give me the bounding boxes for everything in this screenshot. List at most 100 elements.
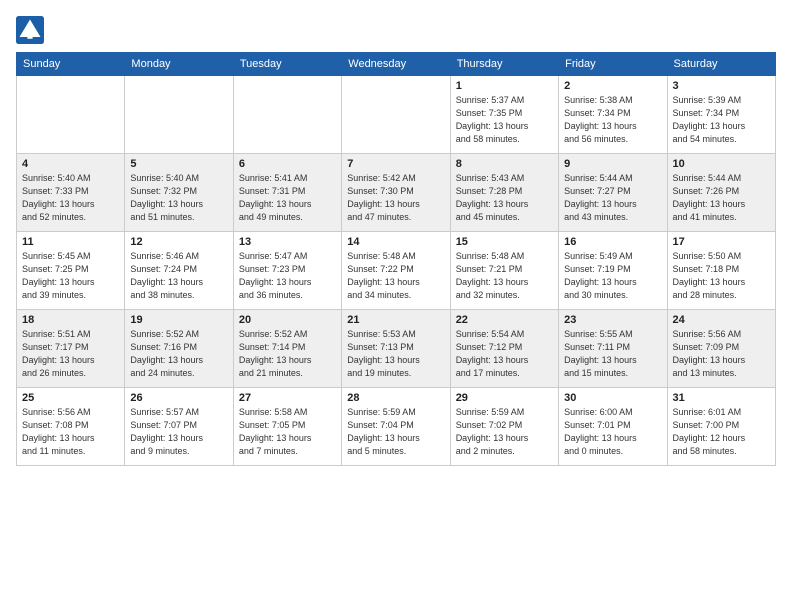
calendar-cell: 27 Sunrise: 5:58 AMSunset: 7:05 PMDayligh… [233, 388, 341, 466]
day-number: 6 [239, 158, 336, 170]
day-info: Sunrise: 5:50 AMSunset: 7:18 PMDaylight:… [673, 250, 770, 302]
day-info: Sunrise: 5:46 AMSunset: 7:24 PMDaylight:… [130, 250, 227, 302]
calendar-week-row: 4 Sunrise: 5:40 AMSunset: 7:33 PMDaylight… [17, 154, 776, 232]
day-number: 12 [130, 236, 227, 248]
calendar-cell: 7Sunrise: 5:42 AMSunset: 7:30 PMDaylight… [342, 154, 450, 232]
calendar-cell: 14 Sunrise: 5:48 AMSunset: 7:22 PMDayligh… [342, 232, 450, 310]
day-info: Sunrise: 5:59 AMSunset: 7:04 PMDaylight:… [347, 406, 444, 458]
calendar-cell: 26 Sunrise: 5:57 AMSunset: 7:07 PMDayligh… [125, 388, 233, 466]
day-number: 28 [347, 392, 444, 404]
calendar-cell [125, 76, 233, 154]
day-number: 29 [456, 392, 553, 404]
day-info: Sunrise: 5:37 AMSunset: 7:35 PMDaylight:… [456, 94, 553, 146]
weekday-sunday: Sunday [17, 53, 125, 76]
calendar-cell: 9 Sunrise: 5:44 AMSunset: 7:27 PMDaylight… [559, 154, 667, 232]
logo [16, 16, 48, 44]
day-info: Sunrise: 6:01 AMSunset: 7:00 PMDaylight:… [673, 406, 770, 458]
day-info: Sunrise: 5:56 AMSunset: 7:08 PMDaylight:… [22, 406, 119, 458]
day-info: Sunrise: 5:47 AMSunset: 7:23 PMDaylight:… [239, 250, 336, 302]
day-info: Sunrise: 5:54 AMSunset: 7:12 PMDaylight:… [456, 328, 553, 380]
day-number: 15 [456, 236, 553, 248]
calendar-cell: 6 Sunrise: 5:41 AMSunset: 7:31 PMDaylight… [233, 154, 341, 232]
calendar-cell: 24 Sunrise: 5:56 AMSunset: 7:09 PMDayligh… [667, 310, 775, 388]
day-number: 1 [456, 80, 553, 92]
day-number: 16 [564, 236, 661, 248]
day-info: Sunrise: 5:48 AMSunset: 7:22 PMDaylight:… [347, 250, 444, 302]
day-number: 23 [564, 314, 661, 326]
day-number: 10 [673, 158, 770, 170]
day-info: Sunrise: 5:45 AMSunset: 7:25 PMDaylight:… [22, 250, 119, 302]
day-info: Sunrise: 5:42 AMSunset: 7:30 PMDaylight:… [347, 172, 444, 224]
calendar-week-row: 1 Sunrise: 5:37 AMSunset: 7:35 PMDaylight… [17, 76, 776, 154]
day-number: 19 [130, 314, 227, 326]
day-info: Sunrise: 5:43 AMSunset: 7:28 PMDaylight:… [456, 172, 553, 224]
calendar-cell: 13 Sunrise: 5:47 AMSunset: 7:23 PMDayligh… [233, 232, 341, 310]
day-number: 11 [22, 236, 119, 248]
calendar-cell: 12 Sunrise: 5:46 AMSunset: 7:24 PMDayligh… [125, 232, 233, 310]
calendar-cell: 10 Sunrise: 5:44 AMSunset: 7:26 PMDayligh… [667, 154, 775, 232]
day-number: 4 [22, 158, 119, 170]
calendar-cell: 11 Sunrise: 5:45 AMSunset: 7:25 PMDayligh… [17, 232, 125, 310]
weekday-tuesday: Tuesday [233, 53, 341, 76]
calendar-week-row: 25 Sunrise: 5:56 AMSunset: 7:08 PMDayligh… [17, 388, 776, 466]
day-number: 26 [130, 392, 227, 404]
calendar-cell: 2 Sunrise: 5:38 AMSunset: 7:34 PMDaylight… [559, 76, 667, 154]
day-info: Sunrise: 5:52 AMSunset: 7:16 PMDaylight:… [130, 328, 227, 380]
calendar-cell: 18Sunrise: 5:51 AMSunset: 7:17 PMDayligh… [17, 310, 125, 388]
logo-icon [16, 16, 44, 44]
day-info: Sunrise: 5:57 AMSunset: 7:07 PMDaylight:… [130, 406, 227, 458]
day-info: Sunrise: 5:49 AMSunset: 7:19 PMDaylight:… [564, 250, 661, 302]
day-number: 9 [564, 158, 661, 170]
day-info: Sunrise: 5:56 AMSunset: 7:09 PMDaylight:… [673, 328, 770, 380]
calendar-cell: 22Sunrise: 5:54 AMSunset: 7:12 PMDayligh… [450, 310, 558, 388]
calendar-cell: 4 Sunrise: 5:40 AMSunset: 7:33 PMDaylight… [17, 154, 125, 232]
day-number: 31 [673, 392, 770, 404]
weekday-friday: Friday [559, 53, 667, 76]
calendar-cell [17, 76, 125, 154]
calendar-cell: 5 Sunrise: 5:40 AMSunset: 7:32 PMDaylight… [125, 154, 233, 232]
calendar-cell: 19 Sunrise: 5:52 AMSunset: 7:16 PMDayligh… [125, 310, 233, 388]
calendar-cell: 31 Sunrise: 6:01 AMSunset: 7:00 PMDayligh… [667, 388, 775, 466]
calendar-cell: 17Sunrise: 5:50 AMSunset: 7:18 PMDayligh… [667, 232, 775, 310]
day-number: 13 [239, 236, 336, 248]
calendar-cell: 29Sunrise: 5:59 AMSunset: 7:02 PMDayligh… [450, 388, 558, 466]
day-number: 18 [22, 314, 119, 326]
day-number: 14 [347, 236, 444, 248]
day-number: 30 [564, 392, 661, 404]
day-number: 27 [239, 392, 336, 404]
calendar-cell: 8Sunrise: 5:43 AMSunset: 7:28 PMDaylight… [450, 154, 558, 232]
day-info: Sunrise: 5:41 AMSunset: 7:31 PMDaylight:… [239, 172, 336, 224]
day-info: Sunrise: 5:39 AMSunset: 7:34 PMDaylight:… [673, 94, 770, 146]
weekday-wednesday: Wednesday [342, 53, 450, 76]
day-info: Sunrise: 5:40 AMSunset: 7:33 PMDaylight:… [22, 172, 119, 224]
day-number: 25 [22, 392, 119, 404]
calendar-cell: 16 Sunrise: 5:49 AMSunset: 7:19 PMDayligh… [559, 232, 667, 310]
calendar-cell: 30Sunrise: 6:00 AMSunset: 7:01 PMDayligh… [559, 388, 667, 466]
weekday-monday: Monday [125, 53, 233, 76]
day-number: 5 [130, 158, 227, 170]
day-number: 2 [564, 80, 661, 92]
calendar-cell [342, 76, 450, 154]
calendar-cell: 25 Sunrise: 5:56 AMSunset: 7:08 PMDayligh… [17, 388, 125, 466]
calendar-cell [233, 76, 341, 154]
day-info: Sunrise: 5:58 AMSunset: 7:05 PMDaylight:… [239, 406, 336, 458]
day-info: Sunrise: 5:52 AMSunset: 7:14 PMDaylight:… [239, 328, 336, 380]
day-info: Sunrise: 5:48 AMSunset: 7:21 PMDaylight:… [456, 250, 553, 302]
day-info: Sunrise: 5:44 AMSunset: 7:27 PMDaylight:… [564, 172, 661, 224]
calendar-table: SundayMondayTuesdayWednesdayThursdayFrid… [16, 52, 776, 466]
day-info: Sunrise: 5:38 AMSunset: 7:34 PMDaylight:… [564, 94, 661, 146]
calendar-cell: 3 Sunrise: 5:39 AMSunset: 7:34 PMDaylight… [667, 76, 775, 154]
day-info: Sunrise: 5:40 AMSunset: 7:32 PMDaylight:… [130, 172, 227, 224]
calendar-cell: 28 Sunrise: 5:59 AMSunset: 7:04 PMDayligh… [342, 388, 450, 466]
calendar-cell: 15 Sunrise: 5:48 AMSunset: 7:21 PMDayligh… [450, 232, 558, 310]
day-info: Sunrise: 5:53 AMSunset: 7:13 PMDaylight:… [347, 328, 444, 380]
day-number: 24 [673, 314, 770, 326]
day-info: Sunrise: 5:44 AMSunset: 7:26 PMDaylight:… [673, 172, 770, 224]
day-info: Sunrise: 5:55 AMSunset: 7:11 PMDaylight:… [564, 328, 661, 380]
calendar-cell: 20Sunrise: 5:52 AMSunset: 7:14 PMDayligh… [233, 310, 341, 388]
calendar-cell: 23 Sunrise: 5:55 AMSunset: 7:11 PMDayligh… [559, 310, 667, 388]
calendar-week-row: 11 Sunrise: 5:45 AMSunset: 7:25 PMDayligh… [17, 232, 776, 310]
calendar-week-row: 18Sunrise: 5:51 AMSunset: 7:17 PMDayligh… [17, 310, 776, 388]
day-number: 3 [673, 80, 770, 92]
calendar-cell: 1 Sunrise: 5:37 AMSunset: 7:35 PMDaylight… [450, 76, 558, 154]
